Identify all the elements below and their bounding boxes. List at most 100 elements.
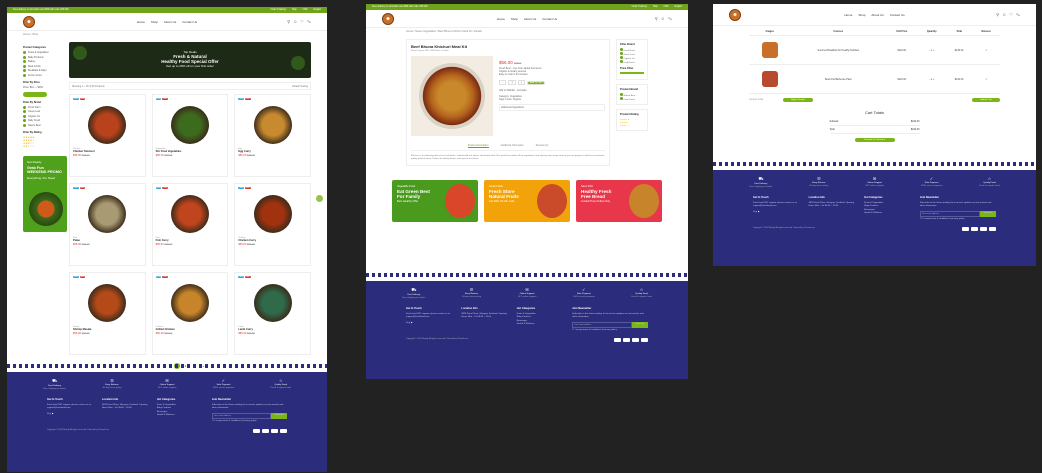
apply-coupon-button[interactable]: Apply Coupon <box>783 98 813 102</box>
subscribe-button[interactable]: Subscribe <box>980 210 996 217</box>
promo-banner[interactable]: Fresh Fruits Fresh Store Natural Fruits Ge… <box>484 180 570 223</box>
cart-icon[interactable]: ⛍ <box>1016 12 1020 18</box>
brand-item[interactable]: Daily Fresh <box>620 60 644 64</box>
heart-icon[interactable]: ♡ <box>300 19 304 25</box>
cart-item-image[interactable] <box>761 71 778 87</box>
subscribe-button[interactable]: Subscribe <box>632 321 648 328</box>
search-icon[interactable]: ⚲ <box>996 12 999 18</box>
tab-description[interactable]: Product Description <box>467 144 489 148</box>
promo-banner[interactable]: Vegetable Food Eat Green Best For Family B… <box>392 180 478 223</box>
product-name[interactable]: Chicken Tandoori <box>73 150 142 153</box>
nav-item-shop[interactable]: Shop <box>511 17 518 21</box>
promo-banner[interactable]: Save 30% Healthy Fresh Free Bread Limited … <box>576 180 662 223</box>
weekend-promo-banner[interactable]: Get Ready Grab Fun WEEKEND PROMO Everyth… <box>23 155 67 232</box>
product-card[interactable]: New Sale Chicken Grilled Chicken $56.00 $98.… <box>151 272 229 355</box>
product-image[interactable] <box>253 284 292 322</box>
logo-icon[interactable]: ☻ <box>23 15 35 28</box>
nav-item-about[interactable]: About Us <box>871 13 883 17</box>
compare-link[interactable]: Compare <box>517 89 527 92</box>
price-slider[interactable] <box>620 72 644 74</box>
search-icon[interactable]: ⚲ <box>287 19 290 25</box>
terms-checkbox[interactable]: ☐ I accept terms & conditions & privacy … <box>572 329 648 333</box>
category-item[interactable]: Fruits & Vegetables <box>23 51 63 54</box>
rating-filter[interactable]: ★★★☆☆ <box>620 124 644 127</box>
product-image[interactable] <box>88 195 127 233</box>
nav-item-shop[interactable]: Shop <box>151 20 158 24</box>
product-name[interactable]: Pulao <box>73 239 142 242</box>
sort-select[interactable]: Default Sorting <box>292 85 308 88</box>
nav-item-contact[interactable]: Contact Us <box>182 20 197 24</box>
product-image[interactable] <box>170 195 209 233</box>
top-link[interactable]: USD <box>303 9 308 11</box>
product-image[interactable] <box>88 106 127 144</box>
remove-icon[interactable]: × <box>972 64 1000 94</box>
cart-item-image[interactable] <box>761 42 778 58</box>
terms-checkbox[interactable]: ☐ I accept terms & conditions & privacy … <box>920 218 996 222</box>
brand-item[interactable]: Daily Fresh <box>23 119 63 122</box>
product-image[interactable] <box>170 106 209 144</box>
subscribe-button[interactable]: Subscribe <box>270 412 287 419</box>
logo-icon[interactable]: ☻ <box>729 8 741 21</box>
top-link[interactable]: Order Tracking <box>632 6 647 8</box>
category-item[interactable]: Meat & Fish <box>23 64 63 68</box>
nav-item-shop[interactable]: Shop <box>858 13 865 17</box>
nav-item-home[interactable]: Home <box>137 20 145 24</box>
product-image[interactable] <box>88 284 127 322</box>
top-link[interactable]: Order Tracking <box>271 9 286 11</box>
product-name[interactable]: Lamb Curry <box>238 328 307 331</box>
top-link[interactable]: Help <box>653 6 658 8</box>
nav-item-home[interactable]: Home <box>497 17 505 21</box>
nav-item-home[interactable]: Home <box>844 13 852 17</box>
email-field[interactable]: Your email address <box>919 210 980 217</box>
footer-link[interactable]: Health & Wellness <box>864 212 912 216</box>
product-name[interactable]: Grilled Chicken <box>156 328 225 331</box>
cart-item-name[interactable]: Gourmet Breakfast for Healthy Nutrition <box>790 35 886 65</box>
scroll-indicator[interactable] <box>316 195 323 202</box>
product-name[interactable]: Chicken Curry <box>238 239 307 242</box>
cart-icon[interactable]: ⛍ <box>668 16 672 22</box>
product-image[interactable] <box>253 106 292 144</box>
brand-item[interactable]: Farm Direct <box>620 97 644 101</box>
social-icons[interactable]: f t ◎ ▶ <box>47 413 94 417</box>
product-card[interactable]: New Sale Rice Pulao $56.00 $98.00 <box>69 183 146 266</box>
terms-checkbox[interactable]: ☐ I accept terms & conditions & privacy … <box>212 420 287 424</box>
product-name[interactable]: Stir Fried Vegetables <box>156 150 225 153</box>
remove-icon[interactable]: × <box>972 35 1000 65</box>
product-card[interactable]: New Sale Shrimp Shrimp Masala $56.00 $98.00 <box>69 272 146 355</box>
footer-link[interactable]: Health & Wellness <box>157 414 204 418</box>
qty-increase-icon[interactable]: + <box>517 80 526 85</box>
qty-increase-icon[interactable]: + <box>932 78 934 81</box>
rating-filter[interactable]: ★★☆☆☆ <box>23 145 63 148</box>
category-item[interactable]: Frozen Food <box>23 73 63 77</box>
qty-decrease-icon[interactable]: − <box>499 80 507 85</box>
brand-item[interactable]: Nature Best <box>23 123 63 127</box>
product-card[interactable]: New Sale Egg Egg Curry $56.00 $98.00 <box>234 94 311 177</box>
additional-info[interactable]: Additional Ingredients <box>499 104 605 111</box>
filter-button[interactable] <box>23 91 47 97</box>
coupon-input[interactable]: Coupon code <box>749 98 763 102</box>
product-card[interactable]: New Sale Chicken Chicken Tandoori $56.00 $98… <box>69 94 146 177</box>
top-link[interactable]: USD <box>664 6 669 8</box>
nav-item-contact[interactable]: Contact Us <box>890 13 905 17</box>
search-icon[interactable]: ⚲ <box>655 16 658 22</box>
brand-item[interactable]: Green Leaf <box>23 110 63 113</box>
cart-icon[interactable]: ⛍ <box>307 19 311 25</box>
category-item[interactable]: Baby Products <box>23 55 63 59</box>
user-icon[interactable]: ☺ <box>293 19 297 25</box>
product-image[interactable] <box>170 284 209 322</box>
user-icon[interactable]: ☺ <box>1002 12 1006 18</box>
product-name[interactable]: Fish Curry <box>156 239 225 242</box>
category-item[interactable]: Bakery <box>23 60 63 63</box>
add-to-cart-button[interactable]: Add To Cart <box>527 80 545 85</box>
product-card[interactable]: New Sale Chicken Chicken Curry $56.00 $98.00 <box>234 183 311 266</box>
brand-item[interactable]: Fresh Farm <box>23 105 63 109</box>
nav-item-about[interactable]: About Us <box>164 20 176 24</box>
qty-increase-icon[interactable]: + <box>932 49 934 52</box>
top-link[interactable]: English <box>674 6 682 8</box>
user-icon[interactable]: ☺ <box>661 16 665 22</box>
social-icons[interactable]: f t ◎ ▶ <box>753 211 801 215</box>
update-cart-button[interactable]: Update Cart <box>972 98 1000 102</box>
cart-item-name[interactable]: Beef And Barbecue Pack <box>790 64 886 94</box>
email-field[interactable]: Your email address <box>211 412 271 419</box>
category-item[interactable]: Breakfast & Dairy <box>23 69 63 72</box>
